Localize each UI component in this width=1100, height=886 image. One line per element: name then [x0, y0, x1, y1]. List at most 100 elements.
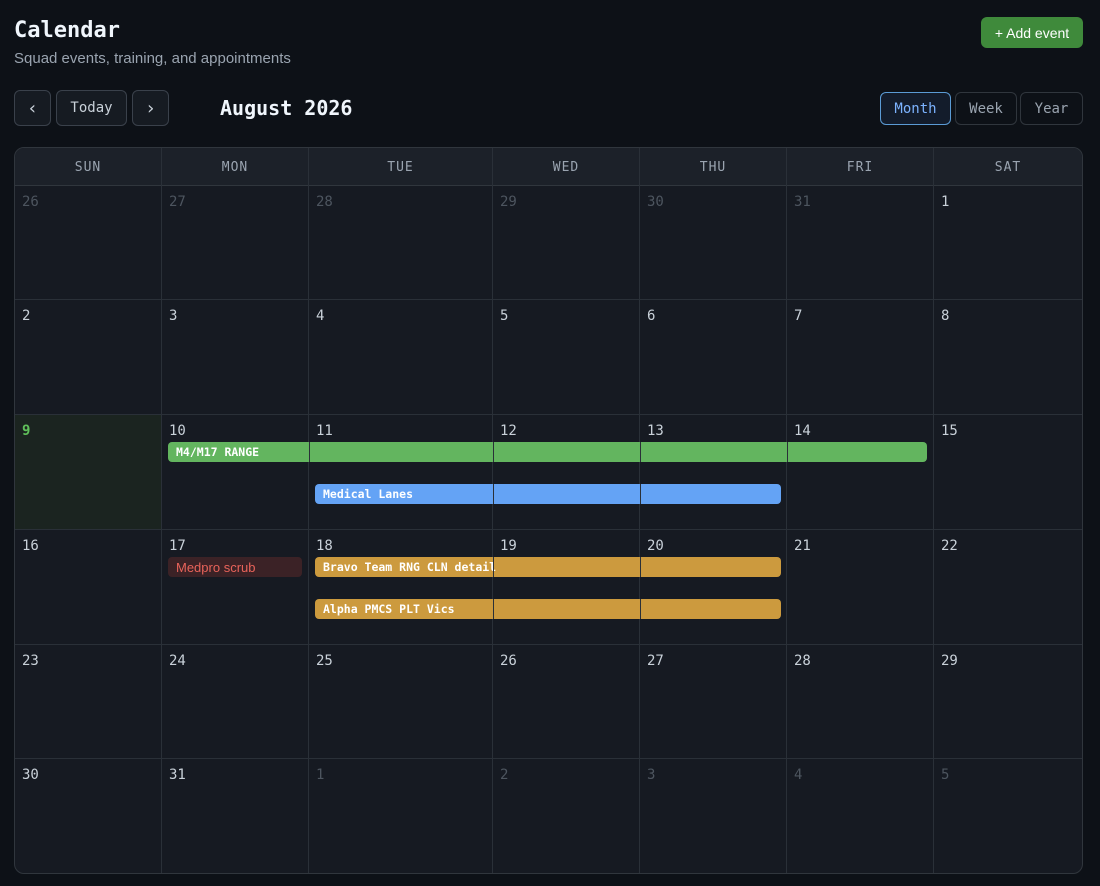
day-number: 15: [941, 423, 958, 439]
day-cell[interactable]: 3: [640, 759, 787, 873]
day-number: 13: [647, 423, 664, 439]
event-day-divider: [309, 442, 310, 462]
day-number: 28: [316, 194, 333, 210]
day-number: 28: [794, 653, 811, 669]
day-cell[interactable]: 30: [15, 759, 162, 873]
day-cell[interactable]: 28: [787, 645, 934, 759]
event-bar[interactable]: Medpro scrub: [168, 557, 302, 577]
event-day-divider: [640, 599, 641, 619]
day-number: 21: [794, 538, 811, 554]
today-button[interactable]: Today: [56, 90, 127, 126]
day-cell[interactable]: 31: [162, 759, 309, 873]
day-number: 20: [647, 538, 664, 554]
day-number: 19: [500, 538, 517, 554]
day-number: 24: [169, 653, 186, 669]
day-cell[interactable]: 22: [934, 530, 1082, 645]
day-cell[interactable]: 6: [640, 300, 787, 415]
day-number: 26: [22, 194, 39, 210]
day-cell[interactable]: 29: [934, 645, 1082, 759]
day-cell[interactable]: 24: [162, 645, 309, 759]
day-number: 17: [169, 538, 186, 554]
day-cell[interactable]: 8: [934, 300, 1082, 415]
add-event-button[interactable]: + Add event: [981, 17, 1083, 48]
event-bar[interactable]: Alpha PMCS PLT Vics: [315, 599, 781, 619]
view-month-tab[interactable]: Month: [880, 92, 951, 125]
event-day-divider: [493, 599, 494, 619]
day-cell[interactable]: 17: [162, 530, 309, 645]
day-number: 1: [941, 194, 950, 210]
current-month-label: August 2026: [220, 96, 353, 120]
day-number: 31: [169, 767, 186, 783]
weekday-wed: WED: [493, 148, 640, 186]
day-cell[interactable]: 1: [309, 759, 493, 873]
event-day-divider: [640, 484, 641, 504]
day-number: 16: [22, 538, 39, 554]
day-number: 31: [794, 194, 811, 210]
day-number: 9: [22, 423, 31, 439]
next-month-button[interactable]: ›: [132, 90, 169, 126]
event-day-divider: [787, 442, 788, 462]
day-cell[interactable]: 7: [787, 300, 934, 415]
event-bar[interactable]: M4/M17 RANGE: [168, 442, 927, 462]
day-cell[interactable]: 13: [640, 415, 787, 530]
day-number: 1: [316, 767, 325, 783]
day-cell[interactable]: 27: [162, 186, 309, 300]
day-cell[interactable]: 5: [493, 300, 640, 415]
day-cell[interactable]: 21: [787, 530, 934, 645]
day-cell[interactable]: 3: [162, 300, 309, 415]
day-cell[interactable]: 30: [640, 186, 787, 300]
day-cell[interactable]: 1: [934, 186, 1082, 300]
event-bar[interactable]: Medical Lanes: [315, 484, 781, 504]
view-year-tab[interactable]: Year: [1020, 92, 1083, 125]
day-cell[interactable]: 11: [309, 415, 493, 530]
day-cell[interactable]: 18: [309, 530, 493, 645]
event-title: Medpro scrub: [176, 559, 256, 575]
day-number: 8: [941, 308, 950, 324]
view-week-tab[interactable]: Week: [955, 92, 1017, 125]
day-cell[interactable]: 2: [15, 300, 162, 415]
event-title: Alpha PMCS PLT Vics: [323, 602, 455, 616]
day-number: 3: [169, 308, 178, 324]
day-number: 5: [941, 767, 950, 783]
day-cell[interactable]: 25: [309, 645, 493, 759]
day-cell[interactable]: 26: [15, 186, 162, 300]
day-number: 30: [22, 767, 39, 783]
day-cell[interactable]: 23: [15, 645, 162, 759]
weekday-fri: FRI: [787, 148, 934, 186]
weekday-header: SUN MON TUE WED THU FRI SAT: [15, 148, 1082, 186]
page-subtitle: Squad events, training, and appointments: [14, 50, 291, 67]
event-bar[interactable]: Bravo Team RNG CLN detail: [315, 557, 781, 577]
day-cell[interactable]: 19: [493, 530, 640, 645]
weekday-sat: SAT: [994, 159, 1022, 175]
day-number: 11: [316, 423, 333, 439]
day-number: 29: [941, 653, 958, 669]
day-cell[interactable]: 28: [309, 186, 493, 300]
day-cell[interactable]: 2: [493, 759, 640, 873]
day-number: 18: [316, 538, 333, 554]
event-day-divider: [493, 442, 494, 462]
day-cell[interactable]: 26: [493, 645, 640, 759]
day-cell[interactable]: 15: [934, 415, 1082, 530]
day-cell[interactable]: 31: [787, 186, 934, 300]
day-cell[interactable]: 5: [934, 759, 1082, 873]
day-cell[interactable]: 10: [162, 415, 309, 530]
day-cell[interactable]: 4: [787, 759, 934, 873]
day-number: 14: [794, 423, 811, 439]
day-cell[interactable]: 9: [15, 415, 162, 530]
prev-month-button[interactable]: ‹: [14, 90, 51, 126]
day-cell[interactable]: 16: [15, 530, 162, 645]
day-number: 4: [316, 308, 325, 324]
day-cell[interactable]: 12: [493, 415, 640, 530]
day-cell[interactable]: 27: [640, 645, 787, 759]
day-number: 4: [794, 767, 803, 783]
day-number: 29: [500, 194, 517, 210]
day-cell[interactable]: 4: [309, 300, 493, 415]
event-day-divider: [640, 557, 641, 577]
day-number: 2: [500, 767, 509, 783]
day-cell[interactable]: 20: [640, 530, 787, 645]
day-cell[interactable]: 29: [493, 186, 640, 300]
day-cell[interactable]: 14: [787, 415, 934, 530]
weekday-sun: SUN: [15, 148, 162, 186]
day-number: 10: [169, 423, 186, 439]
event-title: Bravo Team RNG CLN detail: [323, 560, 497, 574]
